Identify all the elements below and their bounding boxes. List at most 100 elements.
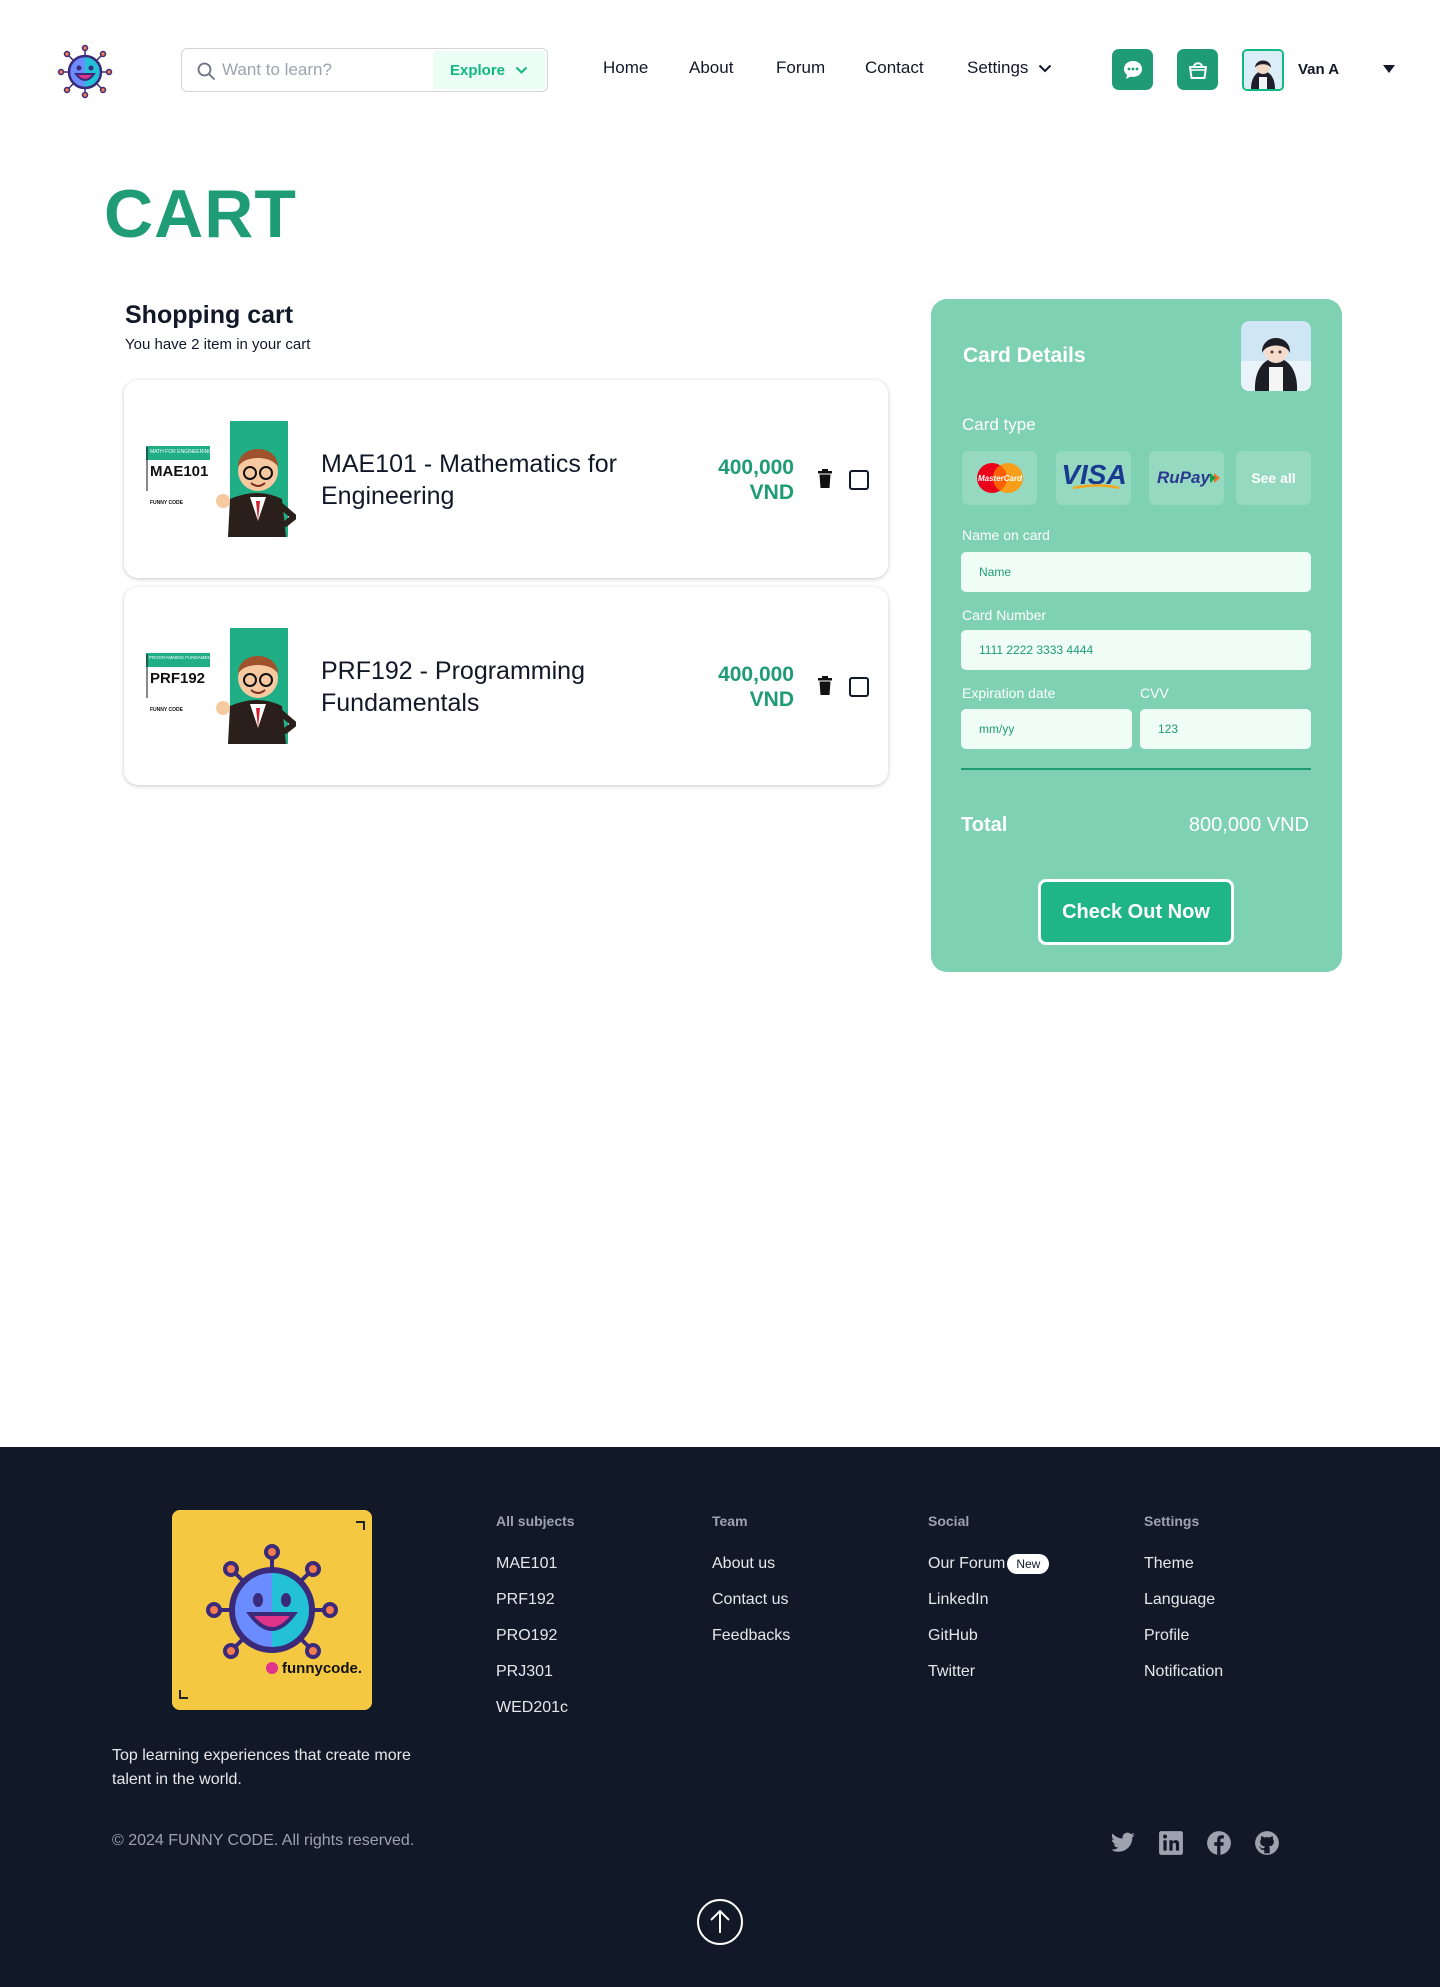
select-item-checkbox[interactable] <box>849 470 869 490</box>
total-label: Total <box>961 814 1008 836</box>
chat-button[interactable] <box>1112 49 1153 90</box>
card-number-input[interactable] <box>961 630 1311 670</box>
nav-forum[interactable]: Forum <box>776 58 825 78</box>
name-on-card-label: Name on card <box>962 527 1050 543</box>
user-name[interactable]: Van A <box>1298 61 1339 78</box>
course-thumbnail: PROGRAMMING FUNDAMENTALS PRF192 FUNNY CO… <box>146 628 299 744</box>
nav-about[interactable]: About <box>689 58 733 78</box>
logo-wordmark: funnycode. <box>282 1660 362 1677</box>
course-brand: FUNNY CODE <box>150 707 184 713</box>
footer-link-wed201c[interactable]: WED201c <box>496 1690 575 1726</box>
footer-tagline: Top learning experiences that create mor… <box>112 1747 411 1788</box>
footer-link-prf192[interactable]: PRF192 <box>496 1582 575 1618</box>
see-all-card-types[interactable]: See all <box>1236 451 1311 505</box>
footer-link-linkedin[interactable]: LinkedIn <box>928 1582 1049 1618</box>
total-value: 800,000 VND <box>1188 814 1309 836</box>
caret-down-icon[interactable] <box>1383 65 1395 73</box>
cart-page: Explore Home About Forum Contact Setting… <box>0 0 1440 1987</box>
footer-link-theme[interactable]: Theme <box>1144 1546 1223 1582</box>
shopping-cart-heading: Shopping cart <box>125 301 294 329</box>
card-holder-avatar <box>1241 321 1311 391</box>
top-navbar: Explore Home About Forum Contact Setting… <box>0 0 1440 140</box>
footer-column-settings: Settings Theme Language Profile Notifica… <box>1144 1513 1223 1690</box>
card-details-panel: Card Details Card type MasterCard VISA R… <box>931 299 1342 972</box>
course-code: PRF192 <box>150 670 205 687</box>
footer-column-title: Settings <box>1144 1513 1200 1529</box>
chevron-down-icon <box>515 66 528 74</box>
footer-link-about-us[interactable]: About us <box>712 1546 790 1582</box>
footer-link-twitter[interactable]: Twitter <box>928 1654 1049 1690</box>
back-to-top-button[interactable] <box>697 1899 743 1945</box>
course-tag: MATH FOR ENGINEERING <box>150 449 212 455</box>
shopping-bag-icon <box>1188 61 1207 79</box>
search-icon <box>196 61 216 81</box>
footer-link-notification[interactable]: Notification <box>1144 1654 1223 1690</box>
divider <box>961 768 1311 770</box>
cart-item: MATH FOR ENGINEERING MAE101 FUNNY CODE M… <box>124 380 888 578</box>
cvv-label: CVV <box>1140 685 1169 701</box>
expiration-date-input[interactable] <box>961 709 1132 749</box>
footer-link-prj301[interactable]: PRJ301 <box>496 1654 575 1690</box>
explore-button[interactable]: Explore <box>433 51 545 89</box>
card-type-label: Card type <box>962 415 1036 434</box>
site-logo[interactable] <box>55 44 115 99</box>
copyright: © 2024 FUNNY CODE. All rights reserved. <box>112 1832 415 1849</box>
page-title: CART <box>104 176 297 252</box>
footer-column-subjects: All subjects MAE101 PRF192 PRO192 PRJ301… <box>496 1513 575 1726</box>
nav-contact[interactable]: Contact <box>865 58 924 78</box>
trash-icon[interactable] <box>817 676 833 695</box>
cart-button[interactable] <box>1177 49 1218 90</box>
linkedin-icon[interactable] <box>1158 1830 1184 1856</box>
footer-column-title: Team <box>712 1513 748 1529</box>
trash-icon[interactable] <box>817 469 833 488</box>
footer-column-title: All subjects <box>496 1513 575 1529</box>
footer-link-contact-us[interactable]: Contact us <box>712 1582 790 1618</box>
cvv-input[interactable] <box>1140 709 1311 749</box>
course-thumbnail: MATH FOR ENGINEERING MAE101 FUNNY CODE <box>146 421 299 537</box>
footer-link-language[interactable]: Language <box>1144 1582 1223 1618</box>
footer-column-team: Team About us Contact us Feedbacks <box>712 1513 790 1654</box>
footer: funnycode. Top learning experiences that… <box>0 1447 1440 1987</box>
nav-home[interactable]: Home <box>603 58 648 78</box>
card-type-mastercard[interactable]: MasterCard <box>962 451 1037 505</box>
mastercard-wordmark: MasterCard <box>977 474 1022 483</box>
chat-icon <box>1123 60 1142 79</box>
card-type-visa[interactable]: VISA <box>1056 451 1131 505</box>
chevron-down-icon <box>1039 64 1052 72</box>
course-price: 400,000 VND <box>718 456 794 504</box>
footer-link-pro192[interactable]: PRO192 <box>496 1618 575 1654</box>
cart-item-count: You have 2 item in your cart <box>125 336 311 353</box>
footer-link-github[interactable]: GitHub <box>928 1618 1049 1654</box>
checkout-button[interactable]: Check Out Now <box>1038 879 1234 945</box>
select-item-checkbox[interactable] <box>849 677 869 697</box>
card-type-rupay[interactable]: RuPay <box>1149 451 1224 505</box>
user-avatar[interactable] <box>1242 49 1284 91</box>
github-icon[interactable] <box>1254 1830 1280 1856</box>
course-name[interactable]: PRF192 - Programming Fundamentals <box>321 655 651 719</box>
name-on-card-input[interactable] <box>961 552 1311 592</box>
footer-link-label: Our Forum <box>928 1555 1006 1572</box>
course-tag: PROGRAMMING FUNDAMENTALS <box>149 655 222 660</box>
course-brand: FUNNY CODE <box>150 500 184 506</box>
course-price: 400,000 VND <box>718 663 794 711</box>
new-badge: New <box>1007 1554 1050 1574</box>
search-input[interactable] <box>222 55 422 85</box>
twitter-icon[interactable] <box>1110 1830 1136 1856</box>
course-name[interactable]: MAE101 - Mathematics for Engineering <box>321 448 651 512</box>
footer-column-social: Social Our Forum New LinkedIn GitHub Twi… <box>928 1513 1050 1690</box>
arrow-up-icon <box>710 1909 730 1933</box>
rupay-wordmark: RuPay <box>1157 468 1211 487</box>
footer-link-profile[interactable]: Profile <box>1144 1618 1223 1654</box>
footer-link-feedbacks[interactable]: Feedbacks <box>712 1618 790 1654</box>
expiration-date-label: Expiration date <box>962 685 1056 701</box>
nav-settings-label: Settings <box>967 58 1029 77</box>
explore-label: Explore <box>449 61 506 79</box>
footer-column-title: Social <box>928 1513 970 1529</box>
card-details-title: Card Details <box>963 344 1086 367</box>
footer-link-our-forum[interactable]: Our Forum New <box>928 1546 1050 1582</box>
footer-link-mae101[interactable]: MAE101 <box>496 1546 575 1582</box>
footer-logo[interactable]: funnycode. <box>172 1510 372 1710</box>
search-bar: Explore <box>181 48 548 92</box>
facebook-icon[interactable] <box>1206 1830 1232 1856</box>
nav-settings-dropdown[interactable]: Settings <box>967 58 1052 78</box>
